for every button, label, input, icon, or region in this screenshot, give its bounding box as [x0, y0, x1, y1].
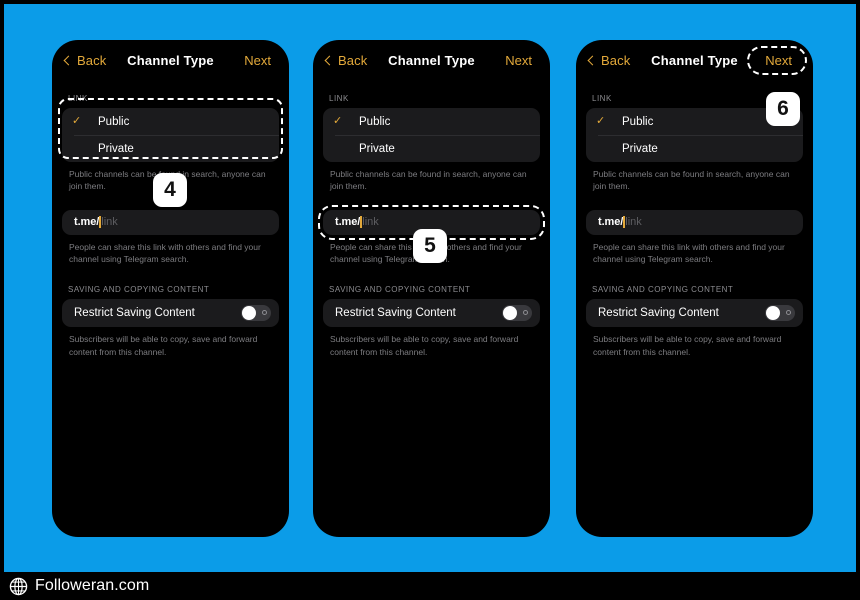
saving-hint: Subscribers will be able to copy, save a… [323, 327, 540, 358]
globe-icon [9, 577, 28, 596]
restrict-saving-label: Restrict Saving Content [335, 307, 456, 319]
check-icon: ✓ [72, 116, 81, 127]
next-button[interactable]: Next [747, 46, 807, 75]
chevron-left-icon [64, 55, 74, 65]
option-private[interactable]: Private [323, 135, 540, 162]
back-label: Back [601, 53, 630, 68]
back-label: Back [338, 53, 367, 68]
toggle-switch-off-icon[interactable] [765, 305, 795, 321]
share-hint: People can share this link with others a… [586, 235, 803, 266]
link-prefix: t.me/ [335, 216, 360, 228]
switch-knob [503, 306, 517, 320]
link-field-wrap: t.me/ link [586, 193, 803, 235]
back-button[interactable]: Back [64, 53, 106, 68]
navigation-bar: Back Channel Type Next [62, 40, 279, 80]
switch-off-dot [262, 310, 267, 315]
toggle-switch-off-icon[interactable] [502, 305, 532, 321]
screenshot-canvas: Back Channel Type Next LINK ✓ Public Pri… [0, 0, 860, 600]
navigation-bar: Back Channel Type Next [323, 40, 540, 80]
option-private[interactable]: Private [62, 135, 279, 162]
restrict-saving-label: Restrict Saving Content [74, 307, 195, 319]
step-badge-4: 4 [153, 173, 187, 207]
link-prefix: t.me/ [598, 216, 623, 228]
restrict-saving-row[interactable]: Restrict Saving Content [586, 299, 803, 327]
switch-off-dot [786, 310, 791, 315]
next-button[interactable]: Next [499, 50, 538, 71]
back-label: Back [77, 53, 106, 68]
phone-screen-2: Back Channel Type Next LINK ✓ Public Pri… [313, 40, 550, 537]
link-placeholder: link [362, 216, 379, 228]
option-public-label: Public [622, 116, 653, 128]
saving-hint: Subscribers will be able to copy, save a… [586, 327, 803, 358]
footer-brand: Followeran.com [35, 577, 149, 595]
footer-bar: Followeran.com [0, 572, 860, 600]
channel-type-list: ✓ Public Private [323, 108, 540, 162]
back-button[interactable]: Back [325, 53, 367, 68]
restrict-saving-row[interactable]: Restrict Saving Content [323, 299, 540, 327]
restrict-saving-row[interactable]: Restrict Saving Content [62, 299, 279, 327]
link-hint: Public channels can be found in search, … [323, 162, 540, 193]
link-placeholder: link [101, 216, 118, 228]
step-badge-6: 6 [766, 92, 800, 126]
navigation-bar: Back Channel Type Next [586, 40, 803, 80]
link-placeholder: link [625, 216, 642, 228]
saving-section-label: SAVING AND COPYING CONTENT [323, 265, 540, 299]
chevron-left-icon [325, 55, 335, 65]
link-input[interactable]: t.me/ link [62, 210, 279, 235]
option-private-label: Private [98, 143, 134, 155]
toggle-switch-off-icon[interactable] [241, 305, 271, 321]
restrict-saving-label: Restrict Saving Content [598, 307, 719, 319]
option-public[interactable]: ✓ Public [323, 108, 540, 135]
switch-knob [242, 306, 256, 320]
option-private[interactable]: Private [586, 135, 803, 162]
phone-screen-1: Back Channel Type Next LINK ✓ Public Pri… [52, 40, 289, 537]
option-private-label: Private [359, 143, 395, 155]
link-section-label: LINK [323, 80, 540, 108]
channel-type-list: ✓ Public Private [62, 108, 279, 162]
saving-hint: Subscribers will be able to copy, save a… [62, 327, 279, 358]
option-public-label: Public [359, 116, 390, 128]
switch-off-dot [523, 310, 528, 315]
saving-section-label: SAVING AND COPYING CONTENT [62, 265, 279, 299]
check-icon: ✓ [333, 116, 342, 127]
share-hint: People can share this link with others a… [62, 235, 279, 266]
back-button[interactable]: Back [588, 53, 630, 68]
option-public[interactable]: ✓ Public [62, 108, 279, 135]
link-input[interactable]: t.me/ link [586, 210, 803, 235]
chevron-left-icon [588, 55, 598, 65]
step-badge-5: 5 [413, 229, 447, 263]
next-button[interactable]: Next [238, 50, 277, 71]
saving-section-label: SAVING AND COPYING CONTENT [586, 265, 803, 299]
option-private-label: Private [622, 143, 658, 155]
link-prefix: t.me/ [74, 216, 99, 228]
switch-knob [766, 306, 780, 320]
link-hint: Public channels can be found in search, … [586, 162, 803, 193]
option-public-label: Public [98, 116, 129, 128]
check-icon: ✓ [596, 116, 605, 127]
link-section-label: LINK [62, 80, 279, 108]
